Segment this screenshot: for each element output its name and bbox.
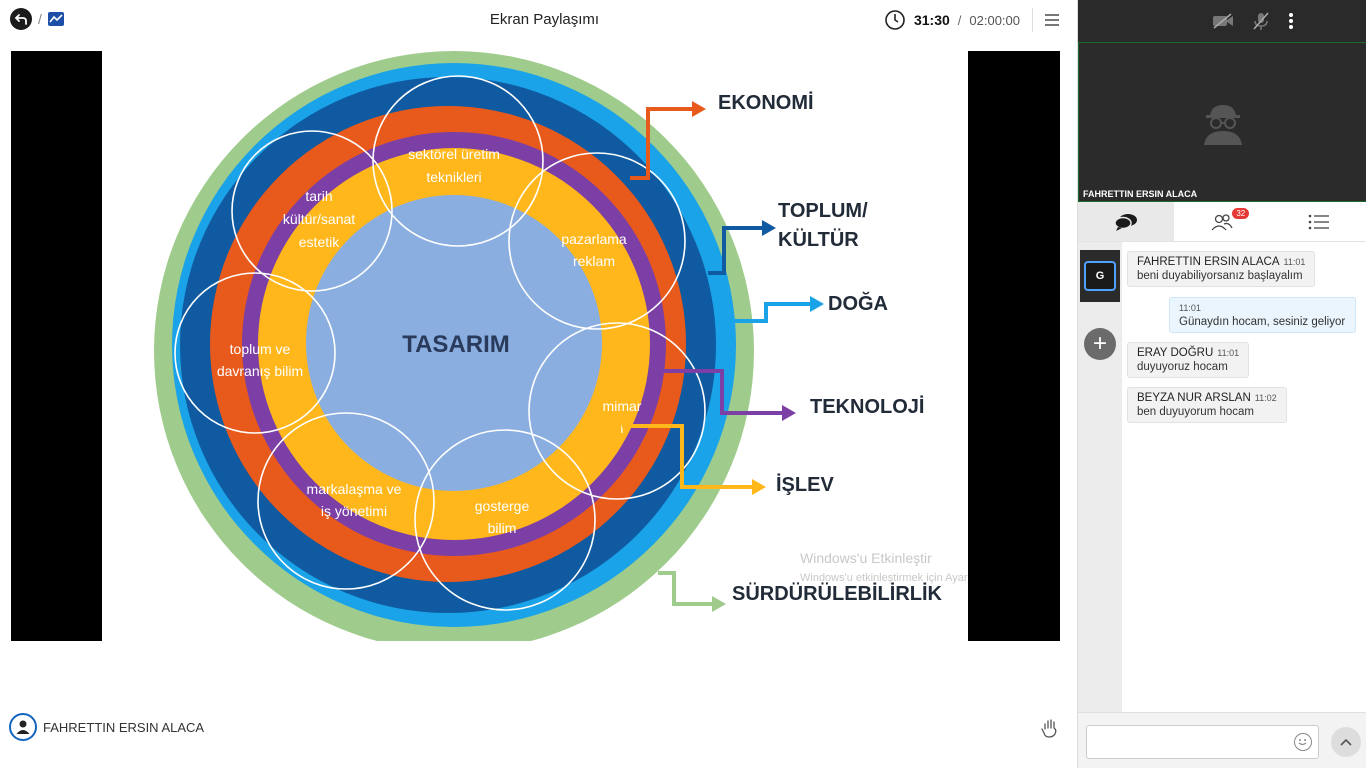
time-separator: / bbox=[957, 12, 962, 28]
camera-user-name: FAHRETTIN ERSIN ALACA bbox=[1083, 189, 1198, 199]
elapsed-time: 31:30 bbox=[913, 12, 950, 28]
clock-icon bbox=[885, 10, 905, 30]
chat-icon bbox=[1114, 213, 1138, 231]
arrow-surdurulebilirlik bbox=[658, 571, 712, 606]
label-teknoloji: TEKNOLOJİ bbox=[810, 395, 924, 418]
timer-area: 31:30 / 02:00:00 bbox=[884, 8, 1059, 32]
circle-label-gosterge-1: gosterge bbox=[475, 498, 530, 514]
incognito-user-icon bbox=[1204, 105, 1242, 145]
message-time: 11:01 bbox=[1179, 303, 1201, 313]
menu-icon[interactable] bbox=[1045, 14, 1059, 26]
main-area: / Ekran Paylaşımı 31:30 / 02:00:00 sektö… bbox=[0, 0, 1077, 768]
tab-chat[interactable] bbox=[1078, 202, 1175, 241]
plus-icon: + bbox=[1092, 330, 1107, 357]
chat-message: BEYZA NUR ARSLAN 11:02 ben duyuyorum hoca… bbox=[1127, 387, 1287, 423]
emoji-icon[interactable] bbox=[1294, 733, 1312, 751]
circle-label-toplum-1: toplum ve bbox=[230, 341, 291, 357]
sidebar: FAHRETTIN ERSIN ALACA 32 G + FAHRETTIN E… bbox=[1077, 0, 1366, 768]
room-avatar-letter: G bbox=[1084, 261, 1116, 291]
presenter-info: FAHRETTIN ERSIN ALACA bbox=[9, 713, 204, 741]
circle-label-tarih-3: estetik bbox=[299, 234, 340, 250]
circle-label-markalasma-1: markalaşma ve bbox=[307, 481, 402, 497]
message-text: duyuyoruz hocam bbox=[1137, 361, 1228, 373]
chat-input-area bbox=[1078, 712, 1366, 768]
label-surdurulebilirlik: SÜRDÜRÜLEBİLİRLİK bbox=[732, 582, 943, 605]
circle-label-tarih-2: kültür/sanat bbox=[283, 211, 355, 227]
divider bbox=[1032, 8, 1033, 32]
presenter-name: FAHRETTIN ERSIN ALACA bbox=[43, 719, 205, 735]
message-text: ben duyuyorum hocam bbox=[1137, 406, 1254, 418]
circle-label-pazarlama-1: pazarlama bbox=[561, 231, 627, 247]
slide-diagram: sektörel üretim teknikleri tarih kültür/… bbox=[154, 51, 968, 641]
message-time: 11:01 bbox=[1217, 348, 1240, 358]
watermark-line1: Windows'u Etkinleştir bbox=[800, 550, 932, 566]
chat-message: FAHRETTIN ERSIN ALACA 11:01 beni duyabili… bbox=[1127, 251, 1316, 287]
message-text: beni duyabiliyorsanız başlayalım bbox=[1137, 270, 1303, 282]
media-controls bbox=[1078, 0, 1366, 42]
screen-share: sektörel üretim teknikleri tarih kültür/… bbox=[11, 51, 1060, 641]
circle-label-mimar-1: mimar bbox=[603, 398, 642, 414]
circle-label-sektorel-2: teknikleri bbox=[426, 169, 481, 185]
message-time: 11:02 bbox=[1254, 393, 1277, 403]
chat-message-own: 11:01 Günaydın hocam, sesiniz geliyor bbox=[1169, 297, 1356, 333]
chat-panel: G + FAHRETTIN ERSIN ALACA 11:01 beni duya… bbox=[1078, 242, 1366, 712]
label-toplum-2: KÜLTÜR bbox=[778, 228, 859, 251]
message-text: Günaydın hocam, sesiniz geliyor bbox=[1179, 316, 1346, 328]
circle-label-toplum-2: davranış bilim bbox=[217, 363, 303, 379]
message-time: 11:01 bbox=[1283, 257, 1306, 267]
chat-messages: FAHRETTIN ERSIN ALACA 11:01 beni duyabili… bbox=[1122, 242, 1366, 712]
app-root: / Ekran Paylaşımı 31:30 / 02:00:00 sektö… bbox=[0, 0, 1366, 768]
camera-off-icon[interactable] bbox=[1212, 13, 1234, 29]
circle-label-markalasma-2: iş yönetimi bbox=[321, 503, 387, 519]
label-toplum-1: TOPLUM/ bbox=[778, 200, 868, 222]
tab-participants[interactable]: 32 bbox=[1174, 202, 1270, 241]
mic-off-icon[interactable] bbox=[1252, 11, 1270, 31]
circle-label-sektorel-1: sektörel üretim bbox=[408, 146, 500, 162]
total-time: 02:00:00 bbox=[969, 12, 1020, 28]
circle-label-tarih-1: tarih bbox=[305, 188, 332, 204]
presenter-avatar bbox=[9, 713, 37, 741]
circle-label-gosterge-2: bilim bbox=[488, 520, 517, 536]
sidebar-tabs: 32 bbox=[1078, 202, 1366, 242]
camera-tile: FAHRETTIN ERSIN ALACA bbox=[1078, 42, 1366, 202]
label-ekonomi: EKONOMİ bbox=[718, 91, 814, 114]
watermark-line2: Windows'u etkinleştirmek için Ayarlar'a … bbox=[800, 572, 968, 584]
list-icon bbox=[1308, 214, 1329, 229]
chat-message: ERAY DOĞRU 11:01 duyuyoruz hocam bbox=[1127, 342, 1250, 378]
room-avatar[interactable]: G bbox=[1080, 250, 1120, 302]
circle-label-pazarlama-2: reklam bbox=[573, 253, 615, 269]
center-label: TASARIM bbox=[402, 331, 510, 358]
chevron-up-icon bbox=[1340, 738, 1352, 746]
message-sender: BEYZA NUR ARSLAN bbox=[1137, 392, 1251, 404]
message-sender: ERAY DOĞRU bbox=[1137, 347, 1214, 359]
raise-hand-icon[interactable] bbox=[1041, 718, 1059, 738]
add-room-button[interactable]: + bbox=[1084, 328, 1116, 360]
participant-count-badge: 32 bbox=[1232, 208, 1250, 219]
message-sender: FAHRETTIN ERSIN ALACA bbox=[1137, 256, 1280, 268]
chat-rooms-column: G + bbox=[1078, 242, 1122, 712]
label-doga: DOĞA bbox=[828, 291, 888, 315]
label-islev: İŞLEV bbox=[776, 473, 834, 496]
participants-icon bbox=[1211, 213, 1234, 230]
more-options-icon[interactable] bbox=[1288, 12, 1294, 30]
shared-slide: sektörel üretim teknikleri tarih kültür/… bbox=[102, 51, 968, 641]
top-bar: / Ekran Paylaşımı 31:30 / 02:00:00 bbox=[0, 0, 1077, 40]
chat-input[interactable] bbox=[1086, 725, 1319, 759]
tab-list[interactable] bbox=[1271, 202, 1366, 241]
scroll-up-button[interactable] bbox=[1331, 727, 1361, 757]
user-icon bbox=[16, 720, 30, 734]
